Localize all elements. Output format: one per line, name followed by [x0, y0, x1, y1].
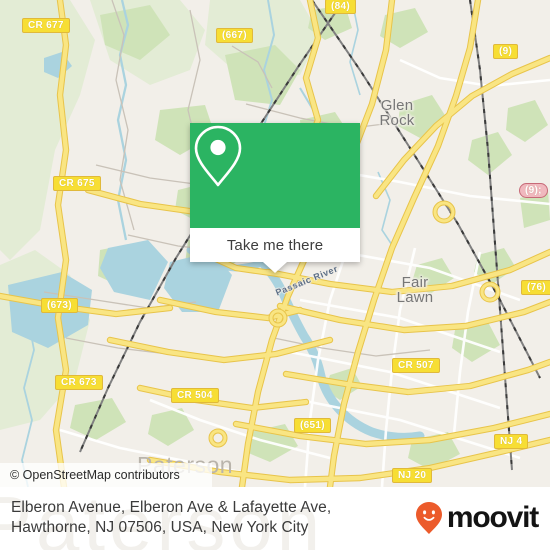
- shield-cr-677[interactable]: CR 677: [22, 18, 70, 33]
- shield-667[interactable]: (667): [216, 28, 253, 43]
- shield-651[interactable]: (651): [294, 418, 331, 433]
- osm-attribution-text: © OpenStreetMap contributors: [10, 468, 180, 482]
- shield-cr-675[interactable]: CR 675: [53, 176, 101, 191]
- map-screenshot: GlenRock FairLawn Passaic River Paterson…: [0, 0, 550, 550]
- shield-nj-20[interactable]: NJ 20: [392, 468, 433, 483]
- shield-cr-504[interactable]: CR 504: [171, 388, 219, 403]
- address-line-2: Hawthorne, NJ 07506, USA, New York City: [11, 519, 309, 536]
- shield-84[interactable]: (84): [325, 0, 356, 14]
- callout-tail: [263, 262, 287, 273]
- take-me-there-label: Take me there: [226, 236, 324, 254]
- map-pin-icon: [194, 125, 242, 187]
- moovit-smiley-pin-icon: [415, 502, 442, 534]
- shield-9-semicolon[interactable]: (9);: [519, 183, 548, 198]
- osm-attribution[interactable]: © OpenStreetMap contributors: [0, 463, 212, 487]
- take-me-there-button[interactable]: Take me there: [190, 228, 360, 262]
- shield-nj-4[interactable]: NJ 4: [494, 434, 529, 449]
- shield-673[interactable]: (673): [41, 298, 78, 313]
- moovit-wordmark: moovit: [446, 501, 539, 534]
- shield-9-top[interactable]: (9): [493, 44, 519, 59]
- callout-pin-panel: [190, 123, 360, 228]
- moovit-brand[interactable]: moovit: [415, 501, 539, 535]
- shield-76[interactable]: (76): [521, 280, 550, 295]
- map-canvas[interactable]: GlenRock FairLawn Passaic River Paterson…: [0, 0, 550, 487]
- bottom-info-bar: Paterson Elberon Avenue, Elberon Ave & L…: [0, 487, 550, 550]
- shield-cr-507[interactable]: CR 507: [392, 358, 440, 373]
- location-callout-card[interactable]: Take me there: [190, 123, 360, 273]
- address-line-1: Elberon Avenue, Elberon Ave & Lafayette …: [11, 499, 332, 516]
- shield-cr-673[interactable]: CR 673: [55, 375, 103, 390]
- address-block: Elberon Avenue, Elberon Ave & Lafayette …: [11, 498, 411, 538]
